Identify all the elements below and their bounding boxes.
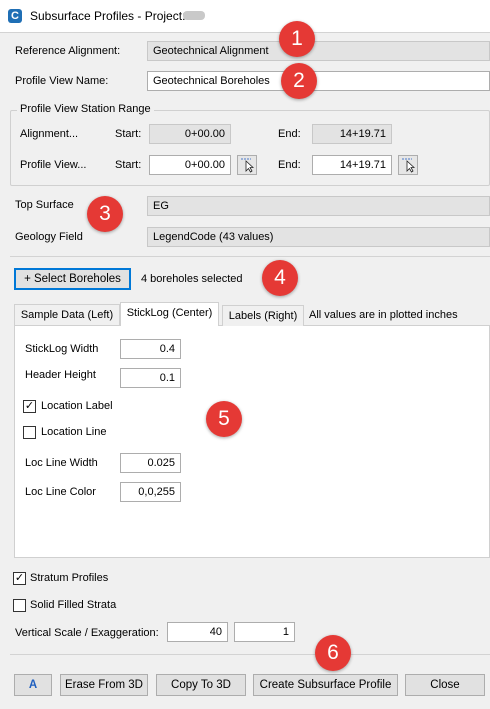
create-subsurface-profile-button[interactable]: Create Subsurface Profile — [253, 674, 398, 696]
reference-alignment-label: Reference Alignment: — [15, 45, 121, 57]
window-title: Subsurface Profiles - Project: — [30, 9, 186, 23]
alignment-start-label: Start: — [115, 128, 142, 140]
header-height-label: Header Height — [25, 369, 96, 381]
vertical-scale-input[interactable]: 40 — [167, 622, 228, 642]
boreholes-selected-status: 4 boreholes selected — [141, 273, 243, 285]
profile-view-name-label: Profile View Name: — [15, 75, 109, 87]
loc-line-width-input[interactable]: 0.025 — [120, 453, 181, 473]
stratum-profiles-label: Stratum Profiles — [30, 572, 109, 584]
location-label-checkbox[interactable]: ✓ — [23, 400, 36, 413]
location-line-text: Location Line — [41, 426, 107, 438]
exaggeration-input[interactable]: 1 — [234, 622, 295, 642]
station-range-title: Profile View Station Range — [17, 103, 154, 115]
profile-view-range-label: Profile View... — [20, 159, 87, 171]
location-label-text: Location Label — [41, 400, 113, 412]
solid-filled-strata-checkbox[interactable] — [13, 599, 26, 612]
callout-1: 1 — [279, 21, 315, 57]
section-separator — [10, 256, 490, 257]
top-surface-dropdown[interactable]: EG — [147, 196, 490, 216]
app-icon: C — [8, 9, 22, 23]
profile-view-start-input[interactable]: 0+00.00 — [149, 155, 231, 175]
tab-sticklog[interactable]: StickLog (Center) — [120, 302, 219, 326]
top-surface-label: Top Surface — [15, 199, 74, 211]
erase-from-3d-button[interactable]: Erase From 3D — [60, 674, 148, 696]
callout-4: 4 — [262, 260, 298, 296]
tab-labels[interactable]: Labels (Right) — [222, 305, 304, 326]
profile-view-name-input[interactable]: Geotechnical Boreholes — [147, 71, 490, 91]
geology-field-dropdown[interactable]: LegendCode (43 values) — [147, 227, 490, 247]
profile-view-start-label: Start: — [115, 159, 142, 171]
pick-cursor-icon — [241, 158, 255, 173]
sticklog-width-input[interactable]: 0.4 — [120, 339, 181, 359]
footer-separator — [10, 654, 490, 655]
alignment-end-label: End: — [278, 128, 301, 140]
stratum-profiles-checkbox[interactable]: ✓ — [13, 572, 26, 585]
profile-view-end-label: End: — [278, 159, 301, 171]
title-separator — [0, 32, 490, 33]
project-name-redacted — [183, 11, 205, 20]
callout-6: 6 — [315, 635, 351, 671]
location-line-checkbox[interactable] — [23, 426, 36, 439]
tab-sample-data[interactable]: Sample Data (Left) — [14, 304, 120, 325]
header-height-input[interactable]: 0.1 — [120, 368, 181, 388]
plotted-inches-note: All values are in plotted inches — [309, 309, 458, 321]
solid-filled-strata-label: Solid Filled Strata — [30, 599, 117, 611]
loc-line-color-input[interactable]: 0,0,255 — [120, 482, 181, 502]
select-boreholes-button[interactable]: + Select Boreholes — [14, 268, 131, 290]
copy-to-3d-button[interactable]: Copy To 3D — [156, 674, 246, 696]
vertical-scale-label: Vertical Scale / Exaggeration: — [15, 627, 159, 639]
font-icon: A — [28, 679, 38, 691]
sticklog-width-label: StickLog Width — [25, 343, 99, 355]
pick-start-station-button[interactable] — [237, 155, 257, 175]
tab-panel — [14, 325, 490, 558]
callout-2: 2 — [281, 63, 317, 99]
alignment-start-field: 0+00.00 — [149, 124, 231, 144]
alignment-range-label: Alignment... — [20, 128, 79, 140]
pick-cursor-icon — [402, 158, 416, 173]
reference-alignment-field: Geotechnical Alignment — [147, 41, 490, 61]
profile-view-end-input[interactable]: 14+19.71 — [312, 155, 392, 175]
loc-line-width-label: Loc Line Width — [25, 457, 98, 469]
geology-field-label: Geology Field — [15, 231, 83, 243]
callout-3: 3 — [87, 196, 123, 232]
alignment-end-field: 14+19.71 — [312, 124, 392, 144]
close-button[interactable]: Close — [405, 674, 485, 696]
loc-line-color-label: Loc Line Color — [25, 486, 96, 498]
pick-end-station-button[interactable] — [398, 155, 418, 175]
callout-5: 5 — [206, 401, 242, 437]
font-settings-button[interactable]: A — [14, 674, 52, 696]
